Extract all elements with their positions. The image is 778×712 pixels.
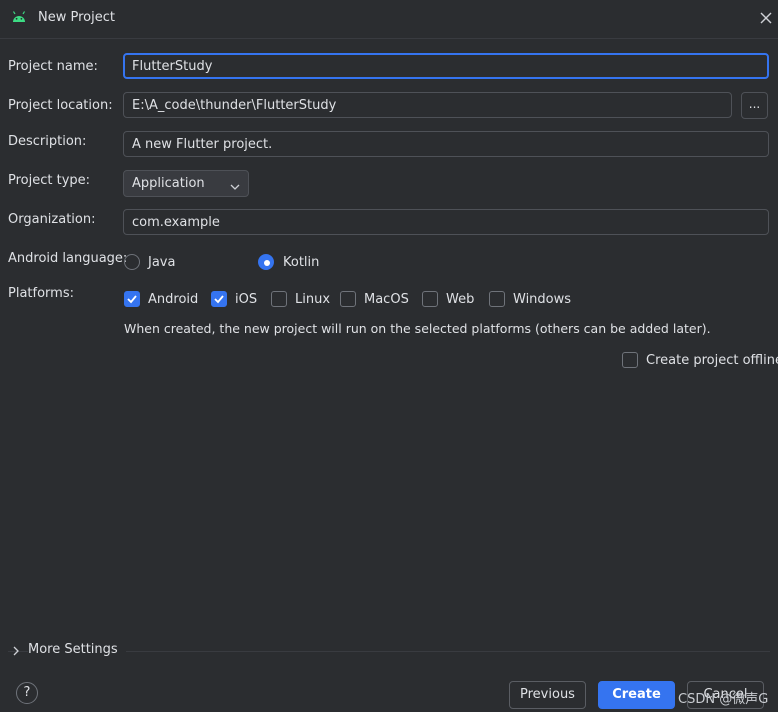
java-radio[interactable] xyxy=(124,254,140,270)
chevron-down-icon xyxy=(230,180,240,195)
organization-label: Organization: xyxy=(8,212,96,227)
windows-checkbox[interactable] xyxy=(489,291,505,307)
android-language-label: Android language: xyxy=(8,251,128,266)
project-type-value: Application xyxy=(132,176,205,191)
project-location-input[interactable]: E:\A_code\thunder\FlutterStudy xyxy=(123,92,732,118)
offline-checkbox[interactable] xyxy=(622,352,638,368)
kotlin-radio-label[interactable]: Kotlin xyxy=(283,255,319,270)
chevron-right-icon xyxy=(12,645,20,660)
macos-checkbox-label[interactable]: MacOS xyxy=(364,292,409,307)
ios-checkbox[interactable] xyxy=(211,291,227,307)
description-input[interactable]: A new Flutter project. xyxy=(123,131,769,157)
close-icon[interactable] xyxy=(756,8,776,28)
project-type-label: Project type: xyxy=(8,173,91,188)
linux-checkbox[interactable] xyxy=(271,291,287,307)
macos-checkbox[interactable] xyxy=(340,291,356,307)
ios-checkbox-label[interactable]: iOS xyxy=(235,292,257,307)
android-icon xyxy=(12,11,26,27)
description-label: Description: xyxy=(8,134,87,149)
project-type-select[interactable]: Application xyxy=(123,170,249,197)
project-location-label: Project location: xyxy=(8,98,113,113)
title-bar: New Project xyxy=(0,0,778,39)
project-name-label: Project name: xyxy=(8,59,98,74)
organization-input[interactable]: com.example xyxy=(123,209,769,235)
web-checkbox-label[interactable]: Web xyxy=(446,292,474,307)
java-radio-label[interactable]: Java xyxy=(148,255,175,270)
offline-checkbox-label[interactable]: Create project offline xyxy=(646,353,778,368)
android-checkbox-label[interactable]: Android xyxy=(148,292,198,307)
more-settings-label: More Settings xyxy=(28,642,126,657)
project-name-input[interactable]: FlutterStudy xyxy=(123,53,769,79)
create-button[interactable]: Create xyxy=(598,681,675,709)
android-checkbox[interactable] xyxy=(124,291,140,307)
window-title: New Project xyxy=(38,10,115,25)
previous-button[interactable]: Previous xyxy=(509,681,586,709)
platforms-note: When created, the new project will run o… xyxy=(124,321,711,336)
web-checkbox[interactable] xyxy=(422,291,438,307)
kotlin-radio[interactable] xyxy=(258,254,274,270)
csdn-watermark: CSDN @微声G xyxy=(678,692,769,707)
browse-location-button[interactable]: ... xyxy=(741,92,768,119)
windows-checkbox-label[interactable]: Windows xyxy=(513,292,571,307)
platforms-label: Platforms: xyxy=(8,286,74,301)
help-button[interactable]: ? xyxy=(16,682,38,704)
linux-checkbox-label[interactable]: Linux xyxy=(295,292,330,307)
